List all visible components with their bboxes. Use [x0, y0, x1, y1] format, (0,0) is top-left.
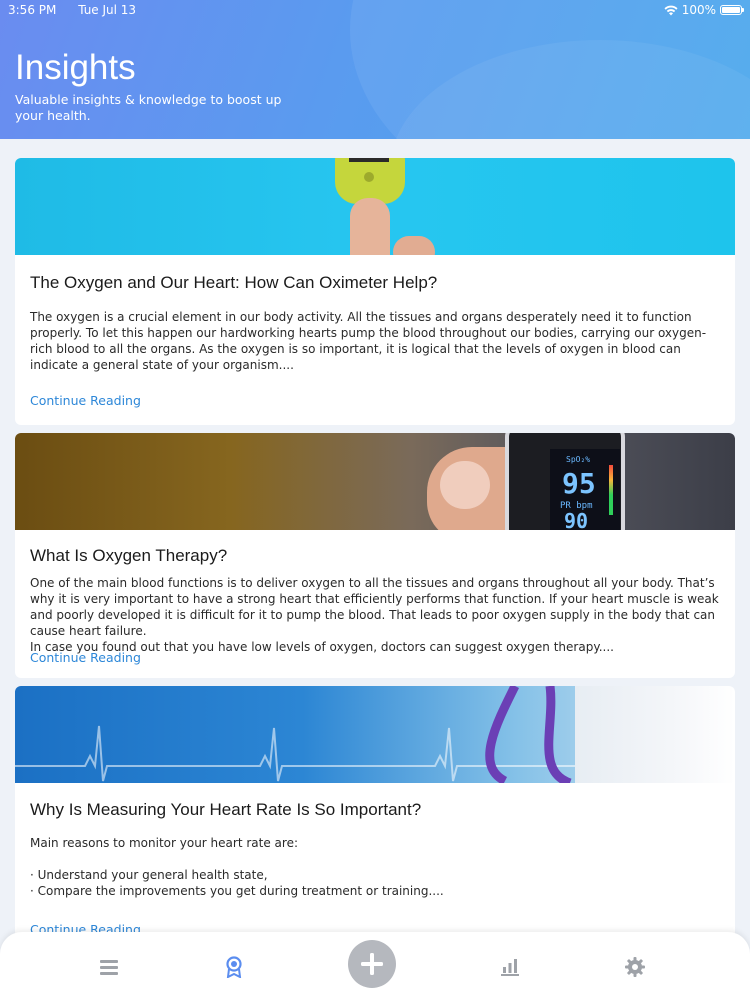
stethoscope-icon — [485, 686, 572, 783]
article-image-oximeter — [15, 158, 735, 255]
pr-value: 90 — [564, 509, 589, 530]
status-time: 3:56 PM — [8, 3, 57, 17]
award-icon — [226, 956, 242, 978]
article-card[interactable]: Why Is Measuring Your Heart Rate Is So I… — [15, 686, 735, 946]
continue-reading-link[interactable]: Continue Reading — [30, 650, 141, 665]
article-title: The Oxygen and Our Heart: How Can Oximet… — [30, 273, 438, 292]
status-date: Tue Jul 13 — [78, 3, 137, 17]
bar-chart-icon — [501, 959, 519, 976]
page-subtitle: Valuable insights & knowledge to boost u… — [15, 92, 282, 123]
menu-icon — [100, 960, 118, 975]
wifi-icon — [664, 5, 678, 16]
gear-icon — [625, 957, 645, 977]
status-bar: 3:56 PM Tue Jul 13 100% — [0, 0, 750, 20]
article-excerpt: Main reasons to monitor your heart rate … — [30, 836, 444, 898]
article-image-pulse-oximeter: SpO₂% 95 PR bpm 90 — [15, 433, 735, 530]
spo2-label: SpO₂% — [566, 455, 591, 464]
article-card[interactable]: SpO₂% 95 PR bpm 90 What Is Oxygen Therap… — [15, 433, 735, 678]
article-excerpt: One of the main blood functions is to de… — [30, 576, 719, 654]
spo2-value: 95 — [562, 467, 596, 500]
article-card[interactable]: The Oxygen and Our Heart: How Can Oximet… — [15, 158, 735, 425]
signal-bar — [609, 465, 613, 515]
header: 3:56 PM Tue Jul 13 100% Insights Valuabl… — [0, 0, 750, 139]
thumb-shape — [393, 236, 435, 255]
tab-statistics[interactable] — [495, 952, 525, 982]
article-title: Why Is Measuring Your Heart Rate Is So I… — [30, 800, 422, 819]
article-title: What Is Oxygen Therapy? — [30, 546, 228, 565]
plus-icon — [361, 953, 383, 975]
tab-settings[interactable] — [620, 952, 650, 982]
finger-shape — [350, 198, 390, 255]
tab-insights[interactable] — [219, 952, 249, 982]
page-title: Insights — [15, 48, 136, 87]
battery-icon — [720, 5, 744, 15]
article-excerpt: The oxygen is a crucial element in our b… — [30, 310, 707, 372]
article-image-stethoscope — [15, 686, 735, 783]
add-button[interactable] — [348, 940, 396, 988]
nail-shape — [440, 461, 490, 509]
tab-menu[interactable] — [94, 952, 124, 982]
continue-reading-link[interactable]: Continue Reading — [30, 393, 141, 408]
battery-percent: 100% — [681, 3, 716, 17]
